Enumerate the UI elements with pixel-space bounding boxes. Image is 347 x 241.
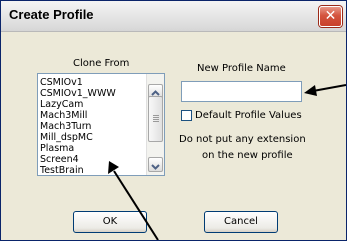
annotation-arrows xyxy=(108,84,346,240)
annotation-arrow-listbox xyxy=(108,161,159,240)
annotation-arrow-textbox xyxy=(304,84,346,96)
create-profile-dialog: Create Profile ✕ Clone From CSMIOv1 CSMIO… xyxy=(0,0,347,241)
